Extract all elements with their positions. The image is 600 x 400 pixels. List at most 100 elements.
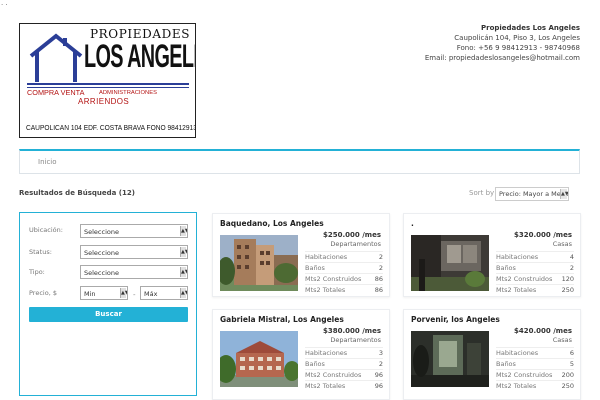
detail-label: Mts2 Construidos <box>496 275 553 283</box>
precio-label: Precio, $ <box>29 289 57 297</box>
detail-label: Mts2 Totales <box>496 382 537 390</box>
logo-divider <box>27 83 189 85</box>
detail-label: Baños <box>496 360 516 368</box>
detail-label: Mts2 Construidos <box>496 371 553 379</box>
detail-value: 120 <box>561 275 574 283</box>
contact-info: Propiedades Los Angeles Caupolicán 104, … <box>425 23 580 63</box>
property-type: Departamentos <box>330 240 381 248</box>
property-type: Casas <box>552 336 572 344</box>
detail-label: Habitaciones <box>496 349 539 357</box>
logo-arriendos: ARRIENDOS <box>78 97 130 106</box>
search-panel: Ubicación: Seleccione ▲▼ Status: Selecci… <box>19 212 197 396</box>
detail-value: 250 <box>561 286 574 294</box>
detail-label: Habitaciones <box>305 253 348 261</box>
contact-email: Email: propiedadeslosangeles@hotmail.com <box>424 54 580 62</box>
property-detail-row: Mts2 Totales 86 <box>305 284 383 295</box>
logo-administraciones: ADMINISTRACIONES <box>99 90 157 96</box>
property-photo[interactable] <box>220 331 298 387</box>
property-detail-row: Habitaciones 3 <box>305 347 383 358</box>
property-photo[interactable] <box>411 331 489 387</box>
breadcrumb: Inicio <box>19 149 580 174</box>
house-icon <box>29 33 83 82</box>
property-detail-row: Mts2 Construidos 86 <box>305 273 383 284</box>
property-title[interactable]: Gabriela Mistral, Los Angeles <box>220 315 344 324</box>
contact-name: Propiedades Los Angeles <box>481 24 580 32</box>
detail-label: Mts2 Totales <box>305 286 346 294</box>
property-photo[interactable] <box>220 235 298 291</box>
detail-label: Mts2 Totales <box>496 286 537 294</box>
property-type: Departamentos <box>330 336 381 344</box>
property-detail-row: Baños 2 <box>496 262 574 273</box>
property-detail-row: Habitaciones 6 <box>496 347 574 358</box>
site-logo[interactable]: PROPIEDADES LOS ANGELES COMPRA VENTA ADM… <box>19 23 196 138</box>
property-title[interactable]: Porvenir, los Angeles <box>411 315 500 324</box>
detail-value: 200 <box>561 371 574 379</box>
detail-value: 96 <box>374 382 383 390</box>
property-detail-row: Habitaciones 2 <box>305 251 383 262</box>
property-type: Casas <box>552 240 572 248</box>
chevron-down-icon: ▲▼ <box>180 226 188 236</box>
buscar-button[interactable]: Buscar <box>29 307 188 322</box>
status-label: Status: <box>29 248 52 256</box>
tipo-select[interactable]: Seleccione ▲▼ <box>80 265 188 279</box>
price-range-dash: - <box>133 291 136 299</box>
property-detail-row: Baños 2 <box>305 358 383 369</box>
detail-value: 5 <box>569 360 574 368</box>
logo-compra-venta: COMPRA VENTA <box>27 88 85 97</box>
detail-label: Baños <box>496 264 516 272</box>
precio-min-select[interactable]: Min ▲▼ <box>80 286 128 300</box>
ubicacion-select[interactable]: Seleccione ▲▼ <box>80 224 188 238</box>
property-detail-row: Mts2 Construidos 120 <box>496 273 574 284</box>
detail-value: 2 <box>378 253 383 261</box>
property-card[interactable]: . $320.000 /mes Casas Habitaciones 4 Baño… <box>403 213 581 297</box>
property-detail-row: Mts2 Construidos 96 <box>305 369 383 380</box>
property-detail-row: Mts2 Totales 96 <box>305 380 383 391</box>
property-photo[interactable] <box>411 235 489 291</box>
property-detail-row: Mts2 Totales 250 <box>496 380 574 391</box>
property-price: $250.000 /mes <box>323 231 381 239</box>
detail-value: 6 <box>569 349 574 357</box>
tipo-label: Tipo: <box>29 268 45 276</box>
breadcrumb-home-link[interactable]: Inicio <box>38 158 57 166</box>
logo-main-text: LOS ANGELES <box>84 38 195 74</box>
logo-address: CAUPOLICAN 104 EDF. COSTA BRAVA FONO 984… <box>26 123 196 132</box>
property-price: $320.000 /mes <box>514 231 572 239</box>
results-count: Resultados de Búsqueda (12) <box>19 189 135 197</box>
property-detail-row: Mts2 Totales 250 <box>496 284 574 295</box>
property-price: $380.000 /mes <box>323 327 381 335</box>
property-card[interactable]: Baquedano, Los Angeles $250.000 /mes Dep… <box>212 213 390 297</box>
property-detail-row: Baños 5 <box>496 358 574 369</box>
detail-value: 86 <box>374 286 383 294</box>
detail-value: 4 <box>569 253 574 261</box>
chevron-down-icon: ▲▼ <box>180 267 188 277</box>
detail-value: 2 <box>378 360 383 368</box>
detail-label: Baños <box>305 264 325 272</box>
tipo-value: Seleccione <box>84 269 119 277</box>
detail-label: Habitaciones <box>305 349 348 357</box>
ubicacion-label: Ubicación: <box>29 226 63 234</box>
sort-select[interactable]: Precio: Mayor a Menor ▲▼ <box>495 187 569 201</box>
chevron-down-icon: ▲▼ <box>560 189 569 199</box>
chevron-down-icon: ▲▼ <box>180 288 188 298</box>
detail-label: Mts2 Construidos <box>305 275 362 283</box>
chevron-down-icon: ▲▼ <box>180 247 188 257</box>
corner-dots: . . <box>1 0 8 7</box>
detail-value: 86 <box>374 275 383 283</box>
detail-value: 96 <box>374 371 383 379</box>
precio-max-select[interactable]: Máx ▲▼ <box>140 286 188 300</box>
contact-address: Caupolicán 104, Piso 3, Los Angeles <box>454 34 580 42</box>
ubicacion-value: Seleccione <box>84 228 119 236</box>
property-detail-row: Habitaciones 4 <box>496 251 574 262</box>
property-card[interactable]: Gabriela Mistral, Los Angeles $380.000 /… <box>212 309 390 400</box>
detail-label: Habitaciones <box>496 253 539 261</box>
detail-label: Baños <box>305 360 325 368</box>
property-title[interactable]: Baquedano, Los Angeles <box>220 219 324 228</box>
property-detail-row: Mts2 Construidos 200 <box>496 369 574 380</box>
property-card[interactable]: Porvenir, los Angeles $420.000 /mes Casa… <box>403 309 581 400</box>
precio-min-value: Min <box>84 290 96 298</box>
detail-label: Mts2 Construidos <box>305 371 362 379</box>
property-title[interactable]: . <box>411 219 414 228</box>
precio-max-value: Máx <box>144 290 158 298</box>
contact-phone: Fono: +56 9 98412913 - 98740968 <box>456 44 580 52</box>
status-select[interactable]: Seleccione ▲▼ <box>80 245 188 259</box>
